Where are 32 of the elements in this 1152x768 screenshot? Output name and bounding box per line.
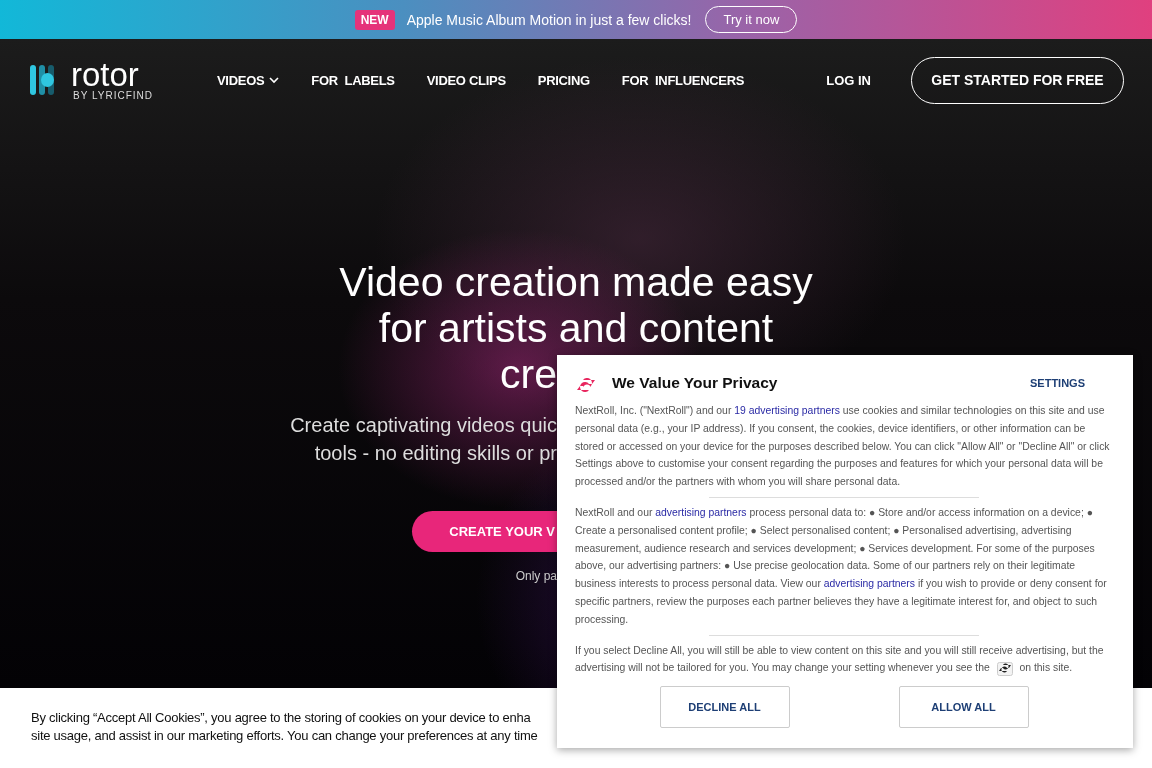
- advertising-partners-link[interactable]: 19 advertising partners: [734, 405, 840, 416]
- consent-button[interactable]: ALLOW ALL: [898, 686, 1029, 729]
- nav-link[interactable]: VIDEOS: [217, 72, 280, 88]
- hero-note: Only pa: [515, 569, 557, 583]
- hero-headline: for artists and content: [378, 305, 774, 351]
- brand-logo-icon: [575, 378, 597, 394]
- nav-link[interactable]: FOR INFLUENCERS: [621, 72, 745, 88]
- chevron-down-icon: [269, 76, 280, 84]
- advertising-partners-link[interactable]: advertising partners: [823, 578, 915, 590]
- new-badge: NEW: [354, 9, 395, 30]
- promo-message: Apple Music Album Motion in just a few clicks!: [406, 11, 692, 28]
- hero-subtitle: tools - no editing skills or pr: [314, 441, 557, 466]
- cookie-notice-text: site usage, and assist in our marketing efforts. You can change your preferences at any time: [31, 727, 539, 745]
- logo-tagline: BY LYRICFIND: [73, 89, 153, 101]
- brand-logo-icon: [996, 661, 1013, 676]
- hero-subtitle: Create captivating videos quic: [290, 413, 557, 438]
- cookie-notice-text: By clicking “Accept All Cookies”, you agree to the storing of cookies on your device to enha: [31, 709, 532, 727]
- login-link[interactable]: LOG IN: [826, 72, 871, 88]
- create-video-button[interactable]: CREATE YOUR V: [412, 511, 557, 552]
- dialog-title: We Value Your Privacy: [612, 374, 778, 392]
- consent-paragraph: NextRoll and our advertising partners process personal data to: ● Store and/or access information on a device; ● Create a personalised content profile; ● Select personalised content; ● Personalised advertising, advertising measurement, audience research and services development; ● Services development. For some of the purposes above, our advertising partners: ● Use precise geolocation data. Some of our partners rely on their legitimate business interests to process personal data. View our advertising partners if you wish to provide or deny consent for specific partners, review the purposes each partner believes they have a legitimate interest for, and object to such processing.: [575, 506, 1108, 627]
- logo-wordmark[interactable]: rotor: [71, 59, 153, 90]
- consent-button[interactable]: DECLINE ALL: [659, 686, 790, 729]
- hero-headline: cre: [500, 351, 557, 397]
- nav-link[interactable]: FOR LABELS: [311, 72, 395, 88]
- settings-link[interactable]: SETTINGS: [1030, 377, 1085, 389]
- hero-headline: Video creation made easy: [339, 259, 813, 305]
- consent-paragraph: If you select Decline All, you will still be able to view content on this site and you will still receive advertising, but the advertising will not be tailored for you. You may change your setting whenever you see the on this site.: [575, 643, 1105, 678]
- advertising-partners-link[interactable]: advertising partners: [655, 507, 747, 518]
- nav-link[interactable]: VIDEO CLIPS: [426, 72, 506, 88]
- nav-link[interactable]: PRICING: [537, 72, 590, 88]
- consent-paragraph: NextRoll, Inc. ("NextRoll") and our 19 advertising partners use cookies and similar technologies on this site and use personal data (e.g., your IP address). If you consent, the cookies, device identifiers, or other information can be stored or accessed on your device for the purposes described below. You can click "Allow All" or "Decline All" or click Settings above to customise your consent regarding the purposes and features for which your personal data will be processed and/or the partners with whom you will share personal data.: [575, 404, 1111, 490]
